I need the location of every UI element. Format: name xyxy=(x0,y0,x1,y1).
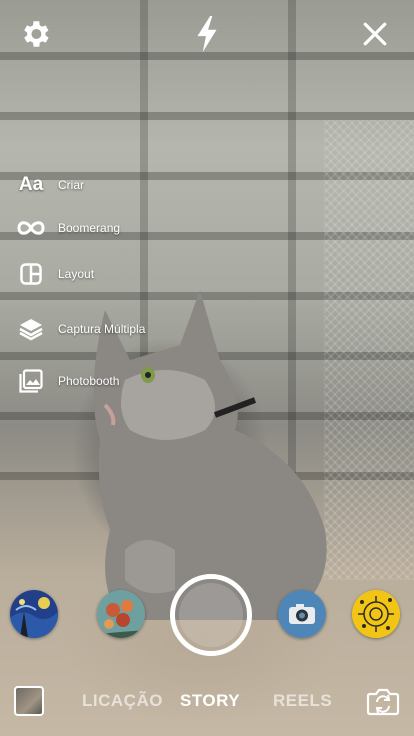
flash-button[interactable] xyxy=(187,14,227,54)
camera-screen: Aa Criar Boomerang Layout Captura Múltip… xyxy=(0,0,414,736)
mode-story[interactable]: STORY xyxy=(180,691,240,711)
close-icon xyxy=(363,22,387,46)
photo-icon xyxy=(14,364,48,398)
mode-publication[interactable]: LICAÇÃO xyxy=(82,691,163,711)
menu-item-layout[interactable]: Layout xyxy=(14,257,94,291)
photo-mesh xyxy=(324,120,414,580)
camera-flip-icon xyxy=(366,688,400,716)
settings-button[interactable] xyxy=(15,14,55,54)
camera-flip-button[interactable] xyxy=(364,682,402,720)
mode-bar: LICAÇÃO STORY REELS xyxy=(0,680,414,724)
text-aa-icon: Aa xyxy=(18,174,44,195)
shutter-inner xyxy=(179,583,243,647)
close-button[interactable] xyxy=(355,14,395,54)
menu-item-boomerang[interactable]: Boomerang xyxy=(14,211,120,245)
starry-night-thumbnail xyxy=(10,590,58,638)
menu-item-label: Photobooth xyxy=(58,374,120,388)
starry-night-filter[interactable] xyxy=(10,590,58,638)
menu-item-label: Boomerang xyxy=(58,221,121,235)
yellow-pattern-filter[interactable] xyxy=(352,590,400,638)
menu-item-create[interactable]: Aa Criar xyxy=(14,168,84,202)
menu-item-label: Captura Múltipla xyxy=(58,322,146,336)
camera-thumbnail xyxy=(278,590,326,638)
gear-icon xyxy=(24,21,49,47)
menu-item-label: Criar xyxy=(58,178,84,192)
layers-icon xyxy=(14,312,48,346)
shutter-button[interactable] xyxy=(170,574,252,656)
menu-item-photobooth[interactable]: Photobooth xyxy=(14,364,119,398)
menu-item-multi-capture[interactable]: Captura Múltipla xyxy=(14,312,145,346)
menu-item-label: Layout xyxy=(58,267,95,281)
mode-reels[interactable]: REELS xyxy=(273,691,332,711)
vintage-camera-filter[interactable] xyxy=(278,590,326,638)
lightning-icon xyxy=(197,16,217,52)
infinity-icon xyxy=(14,211,48,245)
pattern-thumbnail xyxy=(352,590,400,638)
layout-grid-icon xyxy=(14,257,48,291)
floral-painting-filter[interactable] xyxy=(97,590,145,638)
gallery-button[interactable] xyxy=(14,686,44,716)
floral-thumbnail xyxy=(97,590,145,638)
